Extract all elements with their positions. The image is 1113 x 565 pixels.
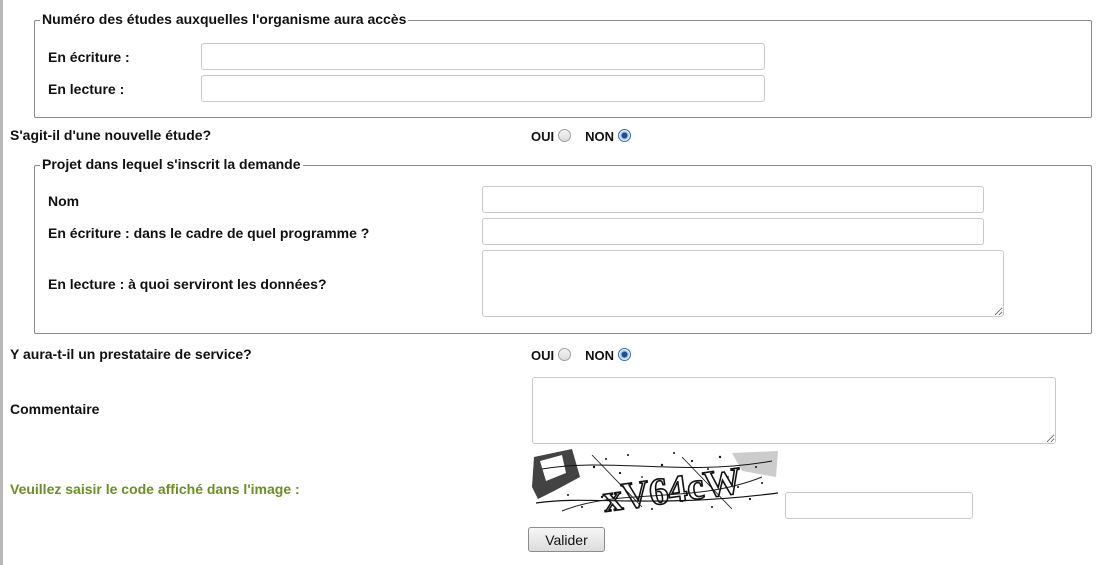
service-provider-non-radio[interactable] [618, 348, 632, 361]
captcha-input[interactable] [785, 492, 973, 519]
read-access-input[interactable] [201, 75, 765, 102]
new-study-non-label: NON [585, 129, 615, 144]
write-access-label: En écriture : [48, 49, 130, 65]
study-access-legend: Numéro des études auxquelles l'organisme… [40, 11, 409, 27]
new-study-oui-radio[interactable] [558, 129, 572, 142]
left-border [0, 0, 3, 565]
project-name-input[interactable] [482, 186, 984, 213]
new-study-question: S'agit-il d'une nouvelle étude? [10, 127, 212, 143]
new-study-radio-group: OUI NON [531, 129, 632, 144]
new-study-non-radio[interactable] [618, 129, 632, 142]
validate-button[interactable]: Valider [528, 527, 605, 552]
service-provider-oui-label: OUI [531, 348, 555, 363]
captcha-image: xV64cW [532, 447, 780, 515]
new-study-oui-label: OUI [531, 129, 555, 144]
read-access-label: En lecture : [48, 81, 125, 97]
service-provider-question: Y aura-t-il un prestataire de service? [10, 346, 252, 362]
project-name-label: Nom [48, 193, 80, 209]
project-legend: Projet dans lequel s'inscrit la demande [40, 156, 303, 172]
captcha-prompt: Veuillez saisir le code affiché dans l'i… [10, 481, 300, 497]
service-provider-non-label: NON [585, 348, 615, 363]
read-usage-label: En lecture : à quoi serviront les donnée… [48, 276, 327, 292]
comment-textarea[interactable] [532, 377, 1056, 444]
service-provider-radio-group: OUI NON [531, 348, 632, 363]
write-program-label: En écriture : dans le cadre de quel prog… [48, 225, 370, 241]
service-provider-oui-radio[interactable] [558, 348, 572, 361]
comment-label: Commentaire [10, 401, 100, 417]
read-usage-textarea[interactable] [482, 250, 1004, 317]
write-program-input[interactable] [482, 218, 984, 245]
write-access-input[interactable] [201, 43, 765, 70]
